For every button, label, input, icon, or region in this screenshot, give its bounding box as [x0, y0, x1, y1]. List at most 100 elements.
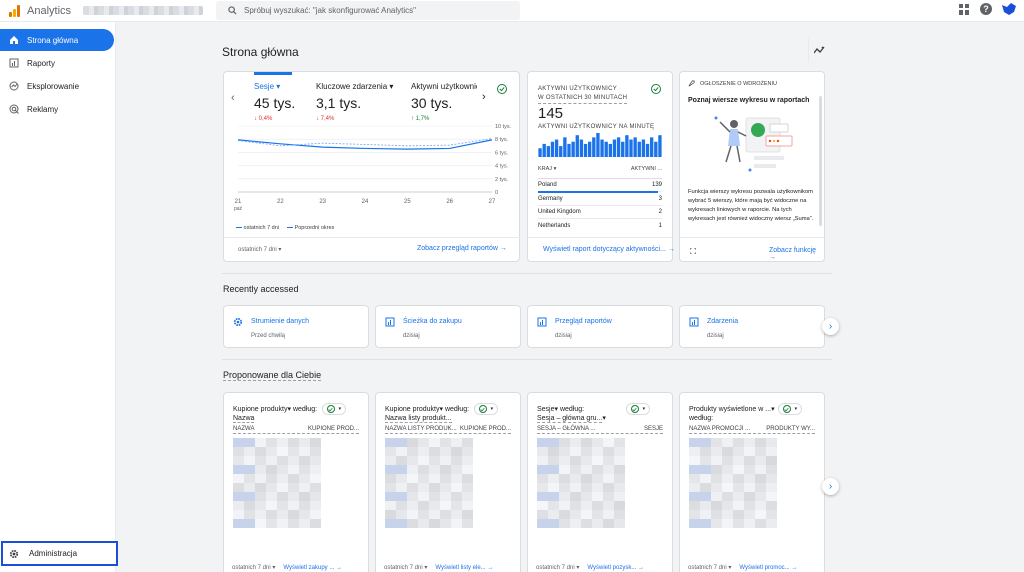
- realtime-bar: [645, 143, 650, 157]
- announcement-card: OGŁOSZENIE O WDROŻENIU Poznaj wiersze wy…: [679, 71, 825, 262]
- gear-icon: [9, 549, 19, 558]
- report-icon: [537, 317, 547, 327]
- realtime-bar: [604, 141, 608, 157]
- recent-item-title: Strumienie danych: [251, 318, 309, 325]
- quality-chip[interactable]: ▾: [474, 403, 498, 415]
- realtime-bar: [559, 146, 563, 157]
- realtime-value: 145: [538, 105, 564, 122]
- suggested-card-link[interactable]: Wyświetl promoc... →: [739, 565, 797, 571]
- suggested-card-footer: ostatnich 7 dni ▾ Wyświetl pozysk... →: [536, 565, 645, 571]
- quality-chip[interactable]: ▾: [778, 403, 802, 415]
- realtime-quality-check[interactable]: [651, 84, 661, 94]
- realtime-bar: [588, 141, 592, 157]
- sidebar-item-label: Raporty: [27, 58, 56, 68]
- x-tick-label: 26: [446, 199, 453, 205]
- y-tick-label: 6 tys.: [495, 150, 509, 156]
- x-tick-label: 25: [404, 199, 411, 205]
- sidebar-item-reports[interactable]: Raporty: [0, 52, 115, 74]
- tab-active-users[interactable]: Aktywni użytkownicy 30 tys. ↑ 1,7%: [411, 82, 477, 122]
- recent-item-time: dzisiaj: [403, 333, 420, 339]
- y-tick-label: 0: [495, 190, 498, 196]
- chevron-right-icon: ›: [828, 321, 833, 332]
- expand-icon[interactable]: [690, 248, 696, 254]
- avatar[interactable]: [1002, 3, 1016, 15]
- tab-value: 30 tys.: [411, 95, 453, 111]
- chevron-down-icon: ▾: [642, 406, 646, 412]
- suggested-card-link[interactable]: Wyświetl listy ele... →: [435, 565, 493, 571]
- home-icon: [10, 36, 18, 44]
- rocket-icon: [688, 80, 695, 87]
- apps-grid-icon[interactable]: [959, 3, 970, 15]
- col-country[interactable]: KRAJ ▾: [538, 166, 556, 172]
- suggested-card-link[interactable]: Wyświetl pozysk... →: [587, 565, 644, 571]
- announcement-scrollbar[interactable]: [819, 96, 822, 226]
- insights-button[interactable]: [808, 38, 830, 62]
- suggested-card-footer: ostatnich 7 dni ▾ Wyświetl listy ele... →: [384, 565, 494, 571]
- search-input[interactable]: Spróbuj wyszukać: "jak skonfigurować Ana…: [216, 1, 520, 20]
- recent-item-title: Przegląd raportów: [555, 318, 612, 325]
- tab-label: Aktywni użytkownicy: [411, 82, 477, 91]
- recent-item-data-streams[interactable]: Strumienie danych Przed chwilą: [223, 305, 369, 348]
- suggested-card-promotions: Produkty wyświetlone w ...▾ według: ▾ NAZ…: [679, 392, 825, 572]
- announcement-title: Poznaj wiersze wykresu w raportach: [688, 97, 810, 104]
- announcement-body: Funkcja wierszy wykresu pozwala użytkown…: [688, 189, 814, 222]
- realtime-bar: [554, 139, 559, 157]
- recent-item-events[interactable]: Zdarzenia dzisiaj: [679, 305, 825, 348]
- data-quality-check[interactable]: [497, 84, 507, 94]
- recent-item-reports-overview[interactable]: Przegląd raportów dzisiaj: [527, 305, 673, 348]
- view-reports-overview-link[interactable]: Zobacz przegląd raportów →: [417, 245, 507, 252]
- sidebar-item-label: Eksplorowanie: [27, 81, 80, 91]
- col-active-users[interactable]: AKTYWNI ...: [631, 166, 662, 172]
- suggested-card-sessions: Sesje▾ według: Sesja – główna gru...▾ ▾ S…: [527, 392, 673, 572]
- x-sub-label: paź: [234, 206, 243, 212]
- quality-chip[interactable]: ▾: [626, 403, 650, 415]
- announcement-label-row: OGŁOSZENIE O WDROŻENIU: [688, 80, 777, 87]
- realtime-bar: [658, 135, 662, 157]
- check-icon: [653, 87, 659, 92]
- realtime-header: AKTYWNI UŻYTKOWNICY W OSTATNICH 30 MINUT…: [538, 85, 628, 104]
- sidebar-item-home[interactable]: Strona główna: [0, 29, 114, 51]
- check-icon: [632, 407, 638, 411]
- date-range-selector[interactable]: ostatnich 7 dni ▾: [238, 246, 281, 253]
- help-icon[interactable]: ?: [980, 3, 992, 15]
- sidebar-item-label: Reklamy: [27, 104, 59, 114]
- tabs-next-arrow[interactable]: ›: [482, 91, 486, 103]
- realtime-bar: [621, 141, 625, 157]
- tabs-prev-arrow[interactable]: ‹: [231, 92, 235, 104]
- suggested-table-header: SESJA – GŁÓWNA ... SESJE: [537, 426, 663, 434]
- realtime-bar: [542, 143, 546, 157]
- realtime-bar: [592, 137, 596, 157]
- account-selector[interactable]: [83, 6, 204, 15]
- realtime-table-header: KRAJ ▾ AKTYWNI ...: [538, 166, 662, 172]
- report-icon: [385, 317, 395, 327]
- table-row: Germany 3: [538, 193, 662, 206]
- tab-sessions[interactable]: Sesje ▾ 45 tys. ↓ 0,4%: [254, 82, 295, 122]
- recent-item-time: dzisiaj: [555, 333, 572, 339]
- suggested-next-button[interactable]: ›: [822, 478, 839, 495]
- analytics-logo-icon[interactable]: [9, 4, 20, 17]
- app-title: Analytics: [27, 4, 72, 17]
- suggested-card-link[interactable]: Wyświetl zakupy ... →: [283, 565, 342, 571]
- sidebar-item-explore[interactable]: Eksplorowanie: [0, 75, 115, 97]
- y-tick-label: 8 tys.: [495, 137, 509, 143]
- recent-item-purchase-journey[interactable]: Ścieżka do zakupu dzisiaj: [375, 305, 521, 348]
- sidebar-item-advertising[interactable]: Reklamy: [0, 98, 115, 120]
- quality-chip[interactable]: ▾: [322, 403, 346, 415]
- realtime-bar: [538, 148, 542, 157]
- tab-label: Sesje: [254, 82, 275, 91]
- chevron-right-icon: ›: [828, 481, 833, 492]
- view-realtime-report-link[interactable]: Wyświetl raport dotyczący aktywności... …: [543, 246, 675, 253]
- table-row: United Kingdom 2: [538, 206, 662, 219]
- suggested-section-title: Proponowane dla Ciebie: [223, 370, 322, 381]
- recent-next-button[interactable]: ›: [822, 318, 839, 335]
- legend-item-previous: Poprzedni okres: [287, 225, 334, 231]
- realtime-bar: [546, 146, 550, 157]
- see-feature-link[interactable]: Zobacz funkcję →: [769, 247, 824, 261]
- chevron-down-icon: ▾: [338, 406, 342, 412]
- x-tick-label: 21: [235, 199, 242, 205]
- tab-key-events[interactable]: Kluczowe zdarzenia ▾ 3,1 tys. ↓ 7,4%: [316, 82, 393, 122]
- sidebar-item-admin[interactable]: Administracja: [1, 541, 118, 566]
- x-tick-label: 23: [319, 199, 326, 205]
- realtime-bar: [600, 139, 604, 157]
- per-minute-label: AKTYWNI UŻYTKOWNICY NA MINUTĘ: [538, 124, 655, 130]
